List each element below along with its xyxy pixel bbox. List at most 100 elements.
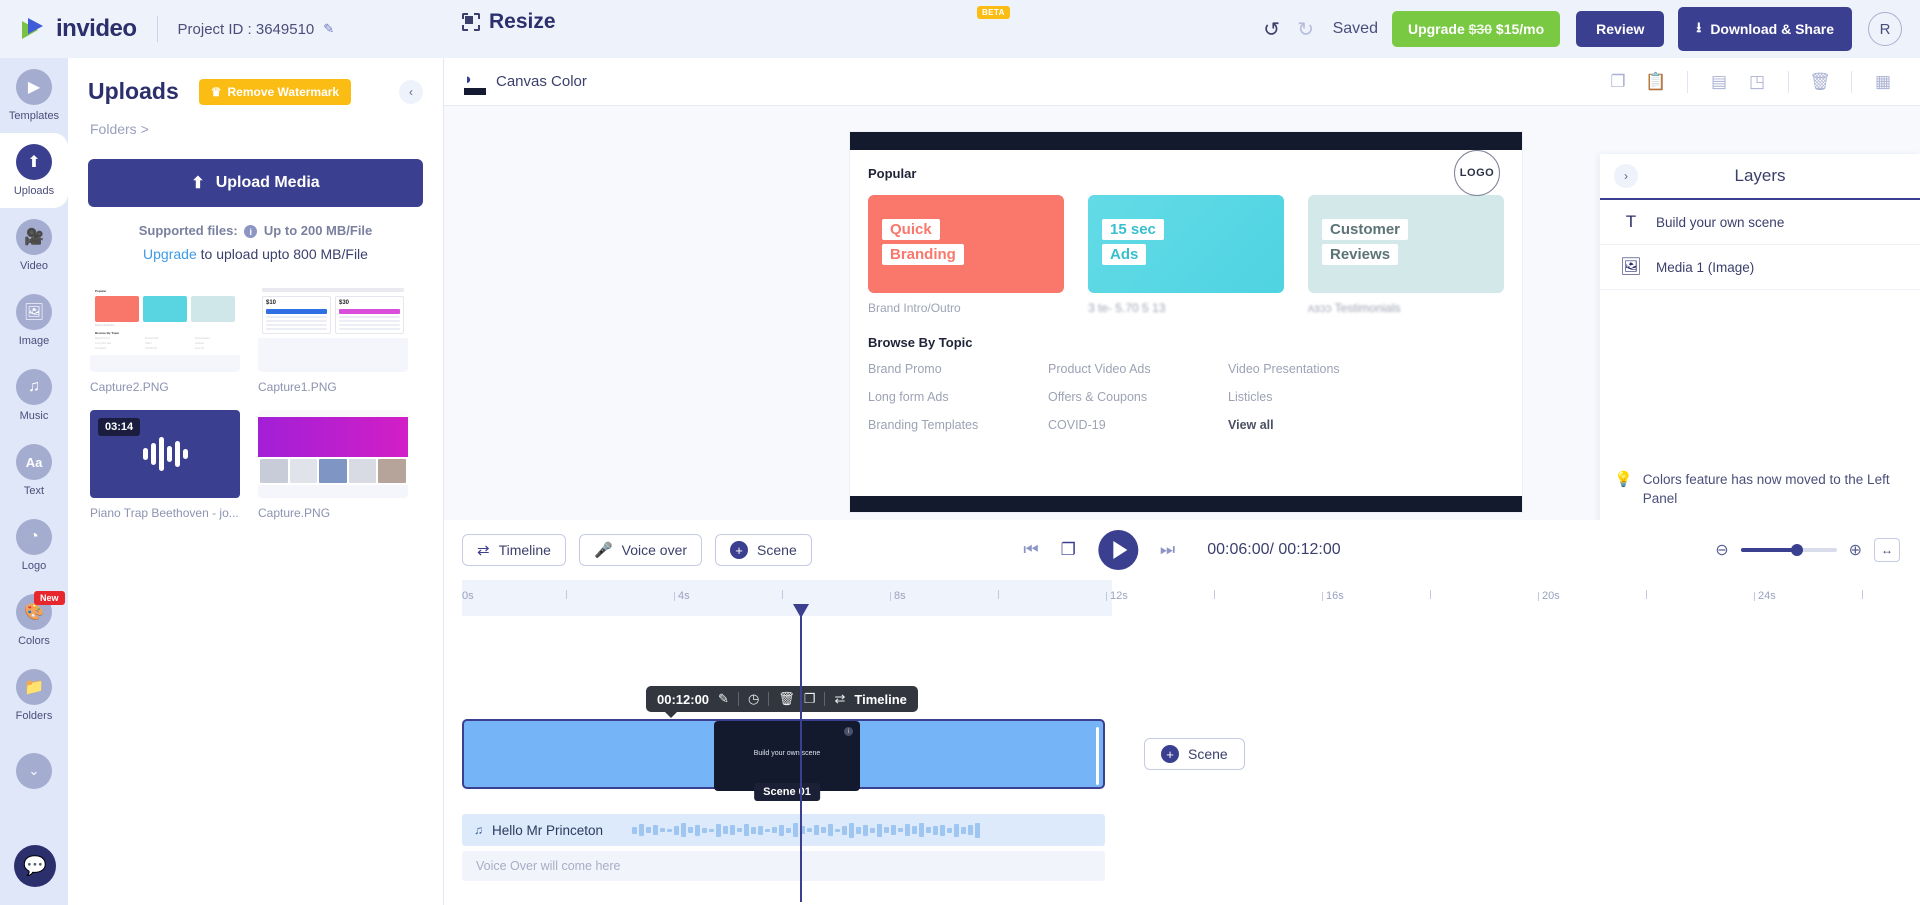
- sidebar-item-music[interactable]: ♫ Music: [0, 358, 68, 433]
- media-filename: Capture1.PNG: [258, 380, 337, 395]
- zoom-slider[interactable]: [1740, 544, 1837, 556]
- preview-card-tag: Ads: [1102, 244, 1147, 265]
- timeline-ruler[interactable]: 0s 4s 8s 12s 16s 20s 24s: [462, 580, 1920, 616]
- resize-label: Resize: [489, 10, 556, 33]
- voice-over-placeholder: Voice Over will come here: [476, 859, 621, 873]
- zoom-slider-knob[interactable]: [1790, 544, 1803, 556]
- sidebar-item-logo[interactable]: ◔ Logo: [0, 508, 68, 583]
- scene-label: Scene 01: [754, 783, 820, 801]
- copy-icon[interactable]: ❐: [1601, 65, 1635, 99]
- sidebar-item-image[interactable]: 🖼 Image: [0, 283, 68, 358]
- timeline-mode-button[interactable]: ⇄ Timeline: [462, 534, 566, 566]
- brand-logo[interactable]: invideo: [22, 15, 137, 43]
- sidebar-item-folders[interactable]: 📁 Folders: [0, 658, 68, 733]
- duplicate-scene-icon[interactable]: ❐: [1061, 540, 1076, 560]
- play-button[interactable]: [1097, 530, 1138, 570]
- canvas-color-label: Canvas Color: [496, 73, 587, 90]
- pencil-icon[interactable]: ✎: [323, 21, 334, 37]
- delete-icon[interactable]: 🗑: [1803, 65, 1837, 99]
- voice-over-button[interactable]: 🎤 Voice over: [578, 534, 703, 566]
- collapse-panel-button[interactable]: ‹: [399, 79, 423, 104]
- media-item[interactable]: $10 $30 Capture1.PNG: [258, 284, 408, 394]
- media-item[interactable]: Popular Brand Intro/Outro Browse By Topi…: [90, 284, 240, 394]
- ruler-tick: 0s: [462, 590, 474, 602]
- avatar[interactable]: R: [1868, 12, 1902, 46]
- ruler-tick: 4s: [674, 590, 690, 602]
- preview-card-tag: Quick: [882, 219, 940, 240]
- sidebar-label-text: Text: [23, 485, 45, 497]
- sidebar-more-button[interactable]: ⌄: [0, 733, 68, 808]
- preview-heading-browse: Browse By Topic: [868, 335, 973, 350]
- audio-track[interactable]: ♫ Hello Mr Princeton: [462, 814, 1105, 846]
- timeline-mode-label: Timeline: [498, 542, 551, 558]
- preview-card-tag: Branding: [882, 244, 964, 265]
- paste-icon[interactable]: 📋: [1639, 65, 1673, 99]
- upgrade-old-price: $30: [1468, 21, 1493, 37]
- sidebar-item-colors[interactable]: New 🎨 Colors: [0, 583, 68, 658]
- download-share-button[interactable]: ⭳ Download & Share: [1678, 7, 1852, 51]
- preview-card-image: 15 sec Ads: [1088, 195, 1284, 293]
- clip-resize-handle[interactable]: [1096, 727, 1099, 785]
- skip-next-icon[interactable]: ⏭: [1160, 540, 1175, 560]
- layer-icon[interactable]: ◳: [1740, 65, 1774, 99]
- grid-icon[interactable]: ▦: [1866, 65, 1900, 99]
- redo-icon[interactable]: ↻: [1289, 12, 1323, 46]
- ruler-tick: 8s: [890, 590, 906, 602]
- timeline-icon[interactable]: ⇄: [834, 691, 845, 707]
- add-scene-toolbar-button[interactable]: + Scene: [715, 534, 812, 566]
- topic-link: Branding Templates: [868, 418, 979, 432]
- zoom-in-icon[interactable]: ⊕: [1849, 540, 1862, 560]
- layer-row-media[interactable]: 🖼 Media 1 (Image): [1600, 245, 1920, 290]
- total-time: 00:12:00: [1278, 541, 1341, 558]
- scene-thumbnail: i Build your own scene Scene 01: [714, 721, 860, 801]
- sidebar-item-uploads[interactable]: ⬆ Uploads: [0, 133, 68, 208]
- video-canvas-preview[interactable]: Popular Quick Branding Brand Intro/Outro: [850, 132, 1522, 512]
- playhead[interactable]: [793, 604, 809, 902]
- sidebar-item-templates[interactable]: ▶ Templates: [0, 58, 68, 133]
- left-rail: ▶ Templates ⬆ Uploads 🎥 Video 🖼 Image ♫ …: [0, 58, 68, 905]
- audio-duration: 03:14: [98, 418, 141, 437]
- logo-placeholder[interactable]: LOGO: [1454, 150, 1500, 196]
- review-button[interactable]: Review: [1576, 11, 1665, 47]
- sidebar-item-text[interactable]: Aa Text: [0, 433, 68, 508]
- trash-icon[interactable]: 🗑: [778, 691, 795, 707]
- upgrade-link[interactable]: Upgrade: [143, 246, 197, 262]
- resize-button[interactable]: Resize BETA: [462, 6, 1010, 34]
- media-item[interactable]: 03:14 Piano Trap Beethoven - jo...: [90, 410, 240, 520]
- add-scene-button[interactable]: + Scene: [1144, 738, 1245, 770]
- templates-icon: ▶: [16, 69, 52, 105]
- chat-icon[interactable]: 💬: [14, 845, 56, 887]
- audio-waveform: [462, 820, 1105, 840]
- breadcrumb[interactable]: Folders >: [68, 105, 443, 137]
- media-item[interactable]: Capture.PNG: [258, 410, 408, 520]
- upgrade-button[interactable]: Upgrade $30 $15/mo: [1391, 11, 1561, 47]
- upgrade-new-price: $15/mo: [1492, 21, 1545, 37]
- zoom-out-icon[interactable]: ⊖: [1715, 540, 1728, 560]
- undo-icon[interactable]: ↺: [1255, 12, 1289, 46]
- chevron-right-icon[interactable]: ›: [1614, 164, 1638, 188]
- transition-icon[interactable]: ◷: [748, 691, 759, 707]
- clip-timeline-label[interactable]: Timeline: [854, 692, 907, 707]
- upload-icon: ⬆: [16, 144, 52, 180]
- voice-over-track[interactable]: Voice Over will come here: [462, 851, 1105, 881]
- layer-row-text[interactable]: T Build your own scene: [1600, 200, 1920, 245]
- upgrade-text: Upgrade: [1407, 21, 1469, 37]
- info-icon[interactable]: i: [244, 225, 258, 239]
- remove-watermark-button[interactable]: ♛ Remove Watermark: [198, 78, 352, 105]
- current-time: 00:06:00: [1207, 541, 1270, 558]
- sidebar-label-uploads: Uploads: [13, 185, 55, 197]
- pencil-icon[interactable]: ✎: [718, 691, 729, 707]
- timeline-toolbar: ⇄ Timeline 🎤 Voice over + Scene ⏮ ❐ ⏭ 00…: [444, 520, 1920, 580]
- crown-icon: ♛: [210, 84, 222, 99]
- sidebar-item-video[interactable]: 🎥 Video: [0, 208, 68, 283]
- duplicate-icon[interactable]: ❐: [804, 691, 816, 707]
- canvas-color-swatch[interactable]: ◗: [464, 70, 486, 95]
- align-icon[interactable]: ▤: [1702, 65, 1736, 99]
- music-icon: ♫: [16, 369, 52, 405]
- scene-track-clip[interactable]: i Build your own scene Scene 01: [462, 719, 1105, 801]
- skip-previous-icon[interactable]: ⏮: [1023, 540, 1038, 560]
- upload-media-button[interactable]: ⬆ Upload Media: [88, 159, 423, 207]
- editor-area: ◗ Canvas Color ❐ 📋 ▤ ◳ 🗑 ▦ Popular Quick…: [444, 58, 1920, 905]
- color-drop-icon: ◗: [464, 70, 474, 88]
- fit-to-width-icon[interactable]: ↔: [1874, 538, 1900, 562]
